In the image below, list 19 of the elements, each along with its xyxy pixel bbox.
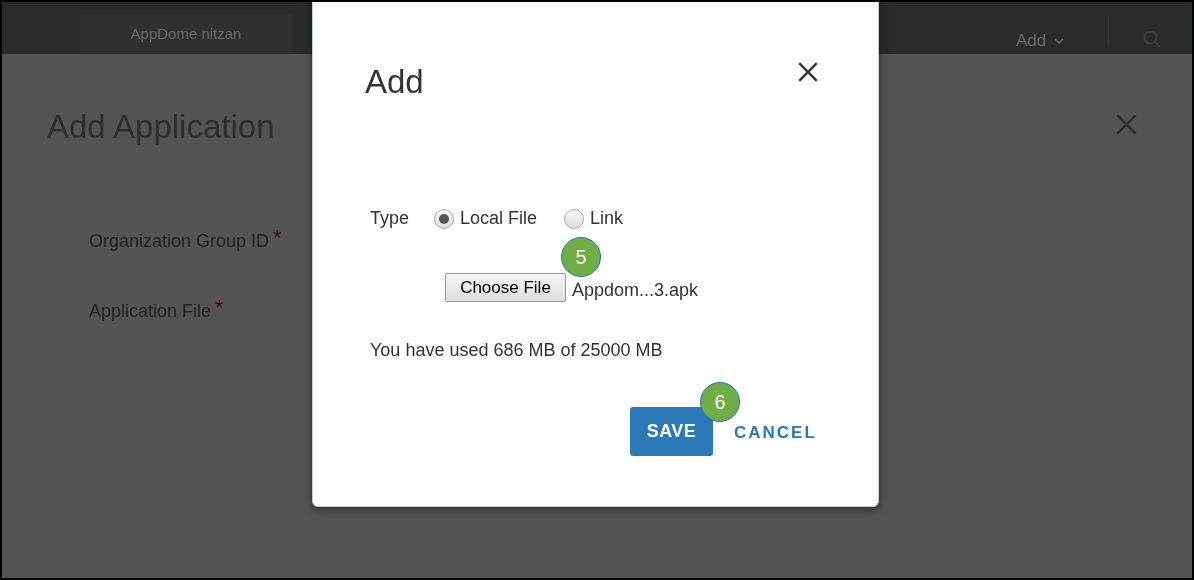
file-name: Appdom...3.apk — [572, 279, 699, 302]
storage-usage-text: You have used 686 MB of 25000 MB — [370, 339, 663, 362]
add-menu[interactable]: Add — [1016, 28, 1065, 54]
required-mark: * — [273, 228, 282, 248]
type-label: Type — [370, 207, 410, 230]
radio-option[interactable]: Local File — [434, 205, 538, 232]
radio-option[interactable]: Link — [564, 205, 624, 232]
add-menu-label: Add — [1016, 30, 1047, 52]
choose-file-button[interactable]: Choose File — [445, 273, 566, 302]
close-icon[interactable] — [1115, 113, 1138, 136]
required-mark: * — [215, 298, 224, 318]
radio-button[interactable] — [434, 208, 455, 229]
caret-icon — [1054, 37, 1065, 44]
org-tab[interactable]: AppDome nitzan — [80, 14, 292, 54]
cancel-button[interactable]: CANCEL — [734, 420, 817, 446]
close-button[interactable] — [797, 61, 819, 83]
dialog-title: Add — [365, 62, 424, 102]
radio-button[interactable] — [564, 208, 585, 229]
save-button[interactable]: SAVE — [630, 407, 713, 456]
